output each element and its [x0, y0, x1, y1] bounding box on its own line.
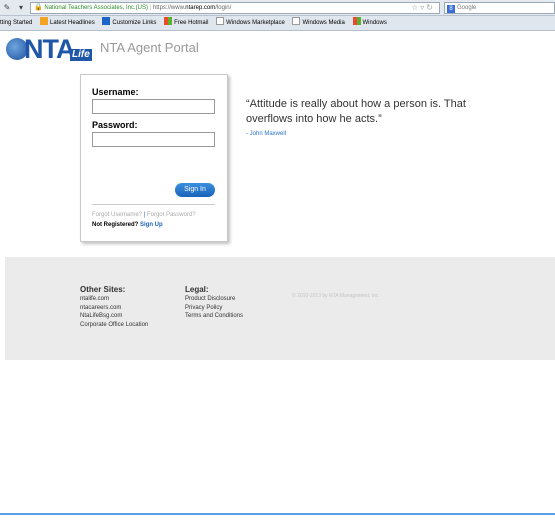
not-registered: Not Registered? Sign Up [92, 222, 163, 228]
rss-icon [40, 17, 49, 25]
footer-link[interactable]: Corporate Office Location [80, 321, 148, 330]
windows-icon [164, 17, 173, 25]
bookmark-getting-started[interactable]: tting Started [0, 16, 32, 30]
bookmark-customize-links[interactable]: Customize Links [102, 16, 156, 30]
browser-toolbar: ✎ ▾ 🔒 National Teachers Associates, Inc.… [0, 0, 555, 16]
dropdown-arrow-icon[interactable]: ▾ [16, 2, 26, 14]
bookmark-latest-headlines[interactable]: Latest Headlines [40, 16, 95, 30]
username-label: Username: [92, 87, 139, 97]
search-box[interactable]: 8 Google [444, 2, 555, 14]
other-sites-list: ntalife.com ntacareers.com NtaLifeBsg.co… [80, 295, 148, 329]
footer-link[interactable]: Privacy Policy [185, 304, 243, 313]
reload-icon[interactable]: ↻ [426, 3, 435, 12]
google-icon[interactable]: 8 [447, 5, 455, 13]
windows-icon [352, 17, 361, 25]
bottom-border [0, 513, 555, 515]
forgot-username-link[interactable]: Forgot Username? [92, 212, 142, 218]
address-bar[interactable]: 🔒 National Teachers Associates, Inc.(US)… [30, 2, 440, 14]
footer-link[interactable]: ntalife.com [80, 295, 148, 304]
footer-link[interactable]: NtaLifeBsg.com [80, 312, 148, 321]
address-url[interactable]: https://www.ntarep.com/login/ [153, 5, 231, 11]
legal-list: Product Disclosure Privacy Policy Terms … [185, 295, 243, 321]
nta-life-logo[interactable]: NTA Life [6, 34, 92, 64]
bookmark-windows-media[interactable]: Windows Media [292, 16, 345, 30]
quote-author: - John Maxwell [246, 131, 287, 137]
forgot-password-link[interactable]: Forgot Password? [147, 212, 196, 218]
copyright: © 2010-2013 by NTA Management, Inc. [292, 293, 380, 299]
pencil-icon[interactable]: ✎ [2, 2, 12, 14]
search-input[interactable]: Google [457, 5, 476, 11]
bookmark-free-hotmail[interactable]: Free Hotmail [164, 16, 208, 30]
divider [92, 204, 215, 205]
bookmark-windows[interactable]: Windows [352, 16, 387, 30]
ie-icon [102, 17, 111, 25]
lock-icon: 🔒 [34, 4, 43, 11]
password-input[interactable] [92, 132, 215, 147]
star-icon[interactable]: ☆ [411, 3, 420, 12]
password-label: Password: [92, 120, 138, 130]
username-input[interactable] [92, 99, 215, 114]
legal-heading: Legal: [185, 285, 209, 294]
login-form: Username: Password: Sign In Forgot Usern… [80, 74, 228, 242]
footer: Other Sites: ntalife.com ntacareers.com … [5, 257, 555, 360]
page-title: NTA Agent Portal [100, 40, 199, 55]
address-bar-icons: ☆▿↻ [411, 3, 435, 13]
footer-link[interactable]: Terms and Conditions [185, 312, 243, 321]
page-icon [292, 17, 301, 25]
footer-link[interactable]: Product Disclosure [185, 295, 243, 304]
site-identity[interactable]: National Teachers Associates, Inc.(US) [44, 5, 148, 11]
bookmarks-bar: tting Started Latest Headlines Customize… [0, 16, 555, 31]
sign-in-button[interactable]: Sign In [175, 183, 215, 197]
bookmark-windows-marketplace[interactable]: Windows Marketplace [216, 16, 285, 30]
forgot-links: Forgot Username? | Forgot Password? [92, 212, 196, 218]
footer-link[interactable]: ntacareers.com [80, 304, 148, 313]
page-icon [216, 17, 225, 25]
quote-text: “Attitude is really about how a person i… [246, 98, 466, 125]
sign-up-link[interactable]: Sign Up [140, 222, 163, 228]
other-sites-heading: Other Sites: [80, 285, 126, 294]
